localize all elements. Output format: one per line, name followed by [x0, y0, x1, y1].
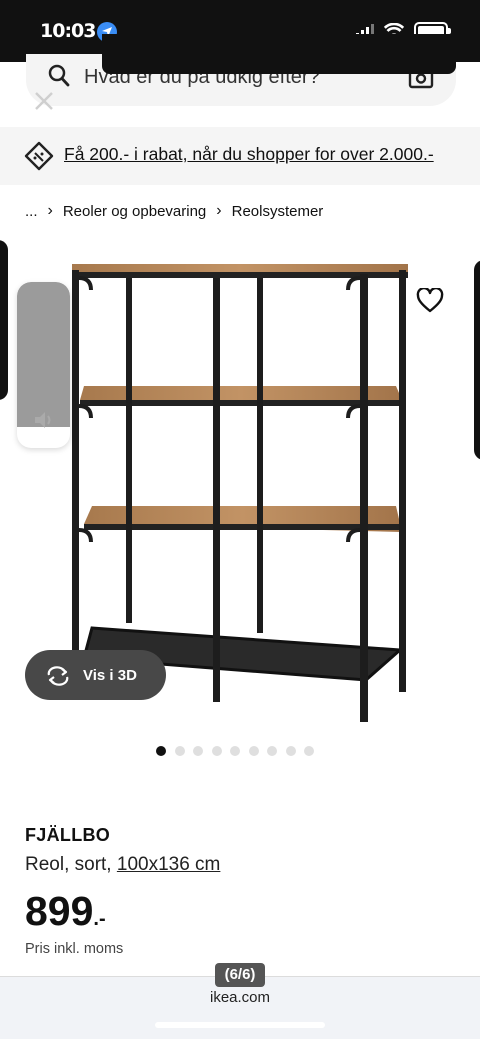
product-price: 899.- — [25, 888, 106, 935]
carousel-dot[interactable] — [285, 746, 296, 756]
carousel-dot[interactable] — [230, 746, 240, 756]
search-icon — [48, 64, 70, 87]
breadcrumb-ellipsis[interactable]: ... — [25, 203, 38, 220]
volume-level — [17, 282, 70, 427]
heart-icon[interactable] — [416, 288, 444, 314]
product-name: FJÄLLBO — [25, 825, 111, 845]
carousel-dot[interactable] — [156, 746, 166, 756]
breadcrumb-item-shelving[interactable]: Reolsystemer — [232, 203, 324, 220]
product-type: Reol, sort, — [25, 854, 117, 875]
close-icon[interactable] — [33, 90, 55, 112]
promo-link[interactable]: Få 200.- i rabat, når du shopper for ove… — [64, 144, 434, 165]
carousel-dot[interactable] — [304, 746, 314, 756]
home-indicator[interactable] — [155, 1022, 325, 1028]
tag-icon — [24, 141, 54, 171]
side-shape-left — [0, 240, 8, 400]
chevron-right-icon: › — [47, 202, 53, 219]
product-description: Reol, sort, 100x136 cm — [25, 854, 220, 876]
promo-banner[interactable]: Få 200.- i rabat, når du shopper for ove… — [0, 127, 480, 185]
carousel-dot[interactable] — [193, 746, 203, 756]
carousel-dots — [156, 746, 314, 756]
product-dimensions-link[interactable]: 100x136 cm — [117, 854, 221, 875]
status-time: 10:03 — [40, 20, 96, 42]
breadcrumb-item-storage[interactable]: Reoler og opbevaring — [63, 203, 206, 220]
vat-note: Pris inkl. moms — [25, 941, 124, 957]
carousel-dot[interactable] — [248, 746, 259, 756]
side-shape-right — [474, 260, 480, 460]
speaker-icon — [35, 412, 51, 428]
url-domain[interactable]: ikea.com — [0, 989, 480, 1006]
view-3d-button[interactable]: Vis i 3D — [25, 650, 166, 700]
carousel-dot[interactable] — [174, 746, 185, 756]
rotate-3d-icon — [47, 666, 69, 686]
breadcrumb: ... › Reoler og opbevaring › Reolsysteme… — [25, 202, 323, 220]
price-value: 899 — [25, 888, 94, 934]
chevron-right-icon: › — [216, 202, 222, 219]
carousel-dot[interactable] — [211, 746, 222, 756]
price-suffix: .- — [93, 908, 106, 930]
dynamic-island — [102, 34, 456, 74]
page-counter: (6/6) — [215, 963, 265, 987]
view-3d-label: Vis i 3D — [83, 666, 137, 684]
volume-overlay — [17, 282, 70, 448]
carousel-dot[interactable] — [267, 746, 277, 756]
